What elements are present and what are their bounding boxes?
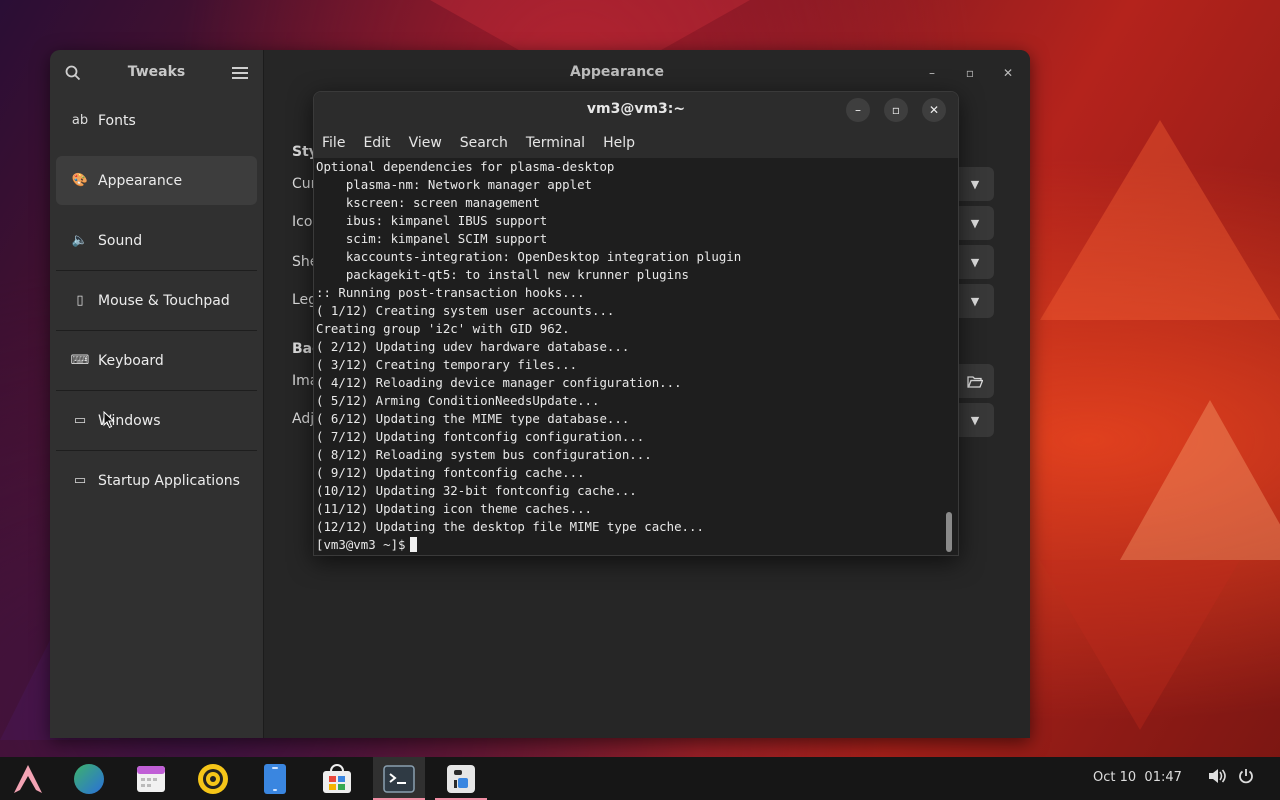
sidebar-item-label: Startup Applications <box>98 472 240 489</box>
menu-help[interactable]: Help <box>603 135 635 151</box>
sidebar-item-label: Keyboard <box>98 352 164 369</box>
power-icon[interactable] <box>1238 768 1254 788</box>
calendar-icon[interactable] <box>133 762 169 796</box>
sidebar-item-windows[interactable]: ▭ Windows <box>56 396 257 451</box>
appearance-icon: 🎨 <box>71 173 89 188</box>
terminal-icon <box>383 765 415 793</box>
window-icon: ▭ <box>73 413 87 428</box>
software-store-icon[interactable] <box>319 762 355 796</box>
clock-date: Oct 10 <box>1093 770 1137 785</box>
terminal-scrollbar[interactable] <box>946 512 952 552</box>
sidebar-separator <box>56 330 257 331</box>
tweaks-icon <box>447 765 475 793</box>
terminal-line: Creating group 'i2c' with GID 962. <box>316 321 570 336</box>
fonts-icon: ab <box>71 113 89 128</box>
terminal-line: (10/12) Updating 32-bit fontconfig cache… <box>316 483 637 498</box>
terminal-close-button[interactable]: ✕ <box>922 98 946 122</box>
sidebar-separator <box>56 390 257 391</box>
music-player-icon[interactable] <box>195 762 231 796</box>
terminal-line: ( 8/12) Reloading system bus configurati… <box>316 447 652 462</box>
terminal-line: packagekit-qt5: to install new krunner p… <box>316 267 689 282</box>
folder-open-icon <box>967 375 983 388</box>
taskbar: Oct 10 01:47 <box>0 757 1280 800</box>
cursor-dropdown[interactable]: ▼ <box>956 167 994 201</box>
terminal-line: scim: kimpanel SCIM support <box>316 231 548 246</box>
hamburger-menu-icon[interactable] <box>228 61 252 85</box>
terminal-line: ( 6/12) Updating the MIME type database.… <box>316 411 630 426</box>
terminal-line: (12/12) Updating the desktop file MIME t… <box>316 519 704 534</box>
sidebar-item-label: Sound <box>98 232 143 249</box>
sidebar-item-startup-applications[interactable]: ▭ Startup Applications <box>56 456 257 505</box>
terminal-line: ibus: kimpanel IBUS support <box>316 213 548 228</box>
tweaks-sidebar: Tweaks ab Fonts 🎨 Appearance 🔈 Sound ▯ Mouse & … <box>50 50 264 738</box>
terminal-line: ( 5/12) Arming ConditionNeedsUpdate... <box>316 393 600 408</box>
terminal-minimize-button[interactable]: – <box>846 98 870 122</box>
menu-terminal[interactable]: Terminal <box>526 135 585 151</box>
terminal-output[interactable]: Optional dependencies for plasma-desktop… <box>314 158 958 555</box>
speaker-icon: 🔈 <box>71 233 89 248</box>
sidebar-item-label: Fonts <box>98 112 136 129</box>
terminal-taskbar-item[interactable] <box>373 757 425 800</box>
sidebar-item-label: Mouse & Touchpad <box>98 292 230 309</box>
tweaks-taskbar-item[interactable] <box>435 762 487 800</box>
menu-edit[interactable]: Edit <box>363 135 390 151</box>
icons-dropdown[interactable]: ▼ <box>956 206 994 240</box>
terminal-prompt-line[interactable]: [vm3@vm3 ~]$ <box>316 536 958 554</box>
menu-search[interactable]: Search <box>460 135 508 151</box>
sidebar-item-appearance[interactable]: 🎨 Appearance <box>56 156 257 205</box>
adjustment-label: Adj <box>292 411 315 427</box>
maximize-button[interactable]: ▫ <box>959 62 981 84</box>
terminal-line: kscreen: screen management <box>316 195 540 210</box>
web-browser-icon[interactable] <box>71 762 107 796</box>
sidebar-item-mouse-touchpad[interactable]: ▯ Mouse & Touchpad <box>56 276 257 331</box>
menu-view[interactable]: View <box>409 135 442 151</box>
sidebar-list: ab Fonts 🎨 Appearance 🔈 Sound ▯ Mouse & Touchpa… <box>56 96 257 516</box>
terminal-line: ( 1/12) Creating system user accounts... <box>316 303 615 318</box>
terminal-line: (11/12) Updating icon theme caches... <box>316 501 593 516</box>
sidebar-item-fonts[interactable]: ab Fonts <box>56 96 257 145</box>
sidebar-separator <box>56 450 257 451</box>
terminal-line: ( 3/12) Creating temporary files... <box>316 357 578 372</box>
terminal-window: vm3@vm3:~ – ▫ ✕ File Edit View Search Termin… <box>313 91 959 556</box>
minimize-button[interactable]: – <box>921 62 943 84</box>
sidebar-separator <box>56 270 257 271</box>
arch-logo-icon[interactable] <box>10 762 46 796</box>
terminal-line: kaccounts-integration: OpenDesktop integ… <box>316 249 742 264</box>
page-title: Appearance <box>570 64 664 80</box>
shell-dropdown[interactable]: ▼ <box>956 245 994 279</box>
sidebar-item-sound[interactable]: 🔈 Sound <box>56 216 257 271</box>
terminal-maximize-button[interactable]: ▫ <box>884 98 908 122</box>
keyboard-icon: ⌨ <box>70 353 90 368</box>
terminal-line: ( 7/12) Updating fontconfig configuratio… <box>316 429 645 444</box>
clock-time: 01:47 <box>1144 770 1182 785</box>
volume-icon[interactable] <box>1208 768 1226 788</box>
terminal-line: ( 9/12) Updating fontconfig cache... <box>316 465 585 480</box>
folder-icon: ▭ <box>73 473 87 488</box>
sidebar-item-keyboard[interactable]: ⌨ Keyboard <box>56 336 257 391</box>
legacy-dropdown[interactable]: ▼ <box>956 284 994 318</box>
close-button[interactable]: ✕ <box>997 62 1019 84</box>
terminal-menubar: File Edit View Search Terminal Help <box>314 128 958 158</box>
main-header: Appearance – ▫ ✕ <box>264 50 1030 96</box>
mouse-icon: ▯ <box>76 293 84 308</box>
terminal-line: Optional dependencies for plasma-desktop <box>316 159 615 174</box>
menu-file[interactable]: File <box>322 135 345 151</box>
adjustment-dropdown[interactable]: ▼ <box>956 403 994 437</box>
terminal-prompt: [vm3@vm3 ~]$ <box>316 537 406 552</box>
terminal-titlebar: vm3@vm3:~ – ▫ ✕ <box>314 92 958 128</box>
terminal-line: ( 2/12) Updating udev hardware database.… <box>316 339 630 354</box>
clock[interactable]: Oct 10 01:47 <box>1093 770 1182 785</box>
sidebar-item-label: Appearance <box>98 172 183 189</box>
image-folder-button[interactable] <box>956 364 994 398</box>
terminal-line: plasma-nm: Network manager applet <box>316 177 593 192</box>
terminal-line: :: Running post-transaction hooks... <box>316 285 585 300</box>
terminal-line: ( 4/12) Reloading device manager configu… <box>316 375 682 390</box>
phone-icon[interactable] <box>257 762 293 796</box>
text-cursor <box>409 537 417 552</box>
sidebar-header: Tweaks <box>50 50 263 96</box>
mouse-pointer-icon <box>103 411 115 429</box>
